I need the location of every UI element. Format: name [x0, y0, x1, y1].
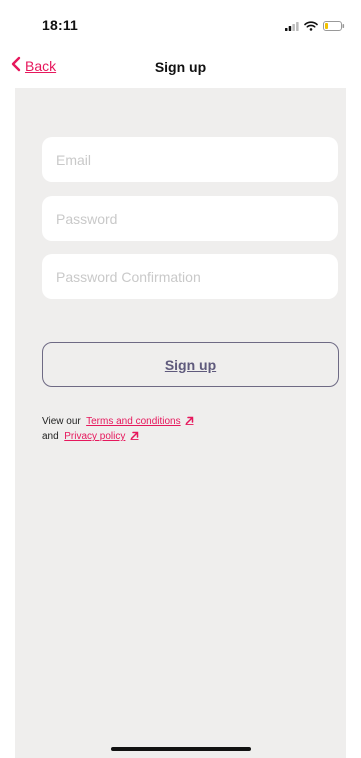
wifi-icon [304, 18, 318, 36]
legal-links: View our Terms and conditions and Privac… [42, 415, 194, 445]
signup-button-label: Sign up [164, 356, 217, 373]
external-link-icon[interactable] [130, 431, 139, 445]
page-title: Sign up [154, 59, 207, 75]
email-field[interactable] [42, 137, 338, 182]
status-icons [285, 18, 345, 36]
password-confirmation-field[interactable] [42, 254, 338, 299]
signup-button[interactable]: Sign up [42, 342, 339, 387]
external-link-icon[interactable] [185, 416, 194, 430]
phone-screen: 18:11 Back Sign up Email Sign up View ou… [0, 0, 361, 758]
password-field[interactable] [42, 196, 338, 241]
status-bar: 18:11 [0, 0, 361, 44]
signal-icon [285, 18, 299, 36]
nav-bar: Back Sign up [0, 44, 361, 88]
terms-link[interactable]: Terms and conditions [86, 416, 181, 427]
home-indicator[interactable] [111, 747, 251, 751]
legal-prefix: View our [42, 416, 81, 427]
terms-line: View our Terms and conditions [42, 415, 194, 430]
legal-connector: and [42, 431, 59, 442]
privacy-policy-link[interactable]: Privacy policy [64, 431, 125, 442]
privacy-line: and Privacy policy [42, 430, 194, 445]
signup-form-area: Sign up View our Terms and conditions an… [15, 88, 346, 758]
status-time: 18:11 [42, 17, 79, 33]
battery-icon [323, 18, 345, 36]
